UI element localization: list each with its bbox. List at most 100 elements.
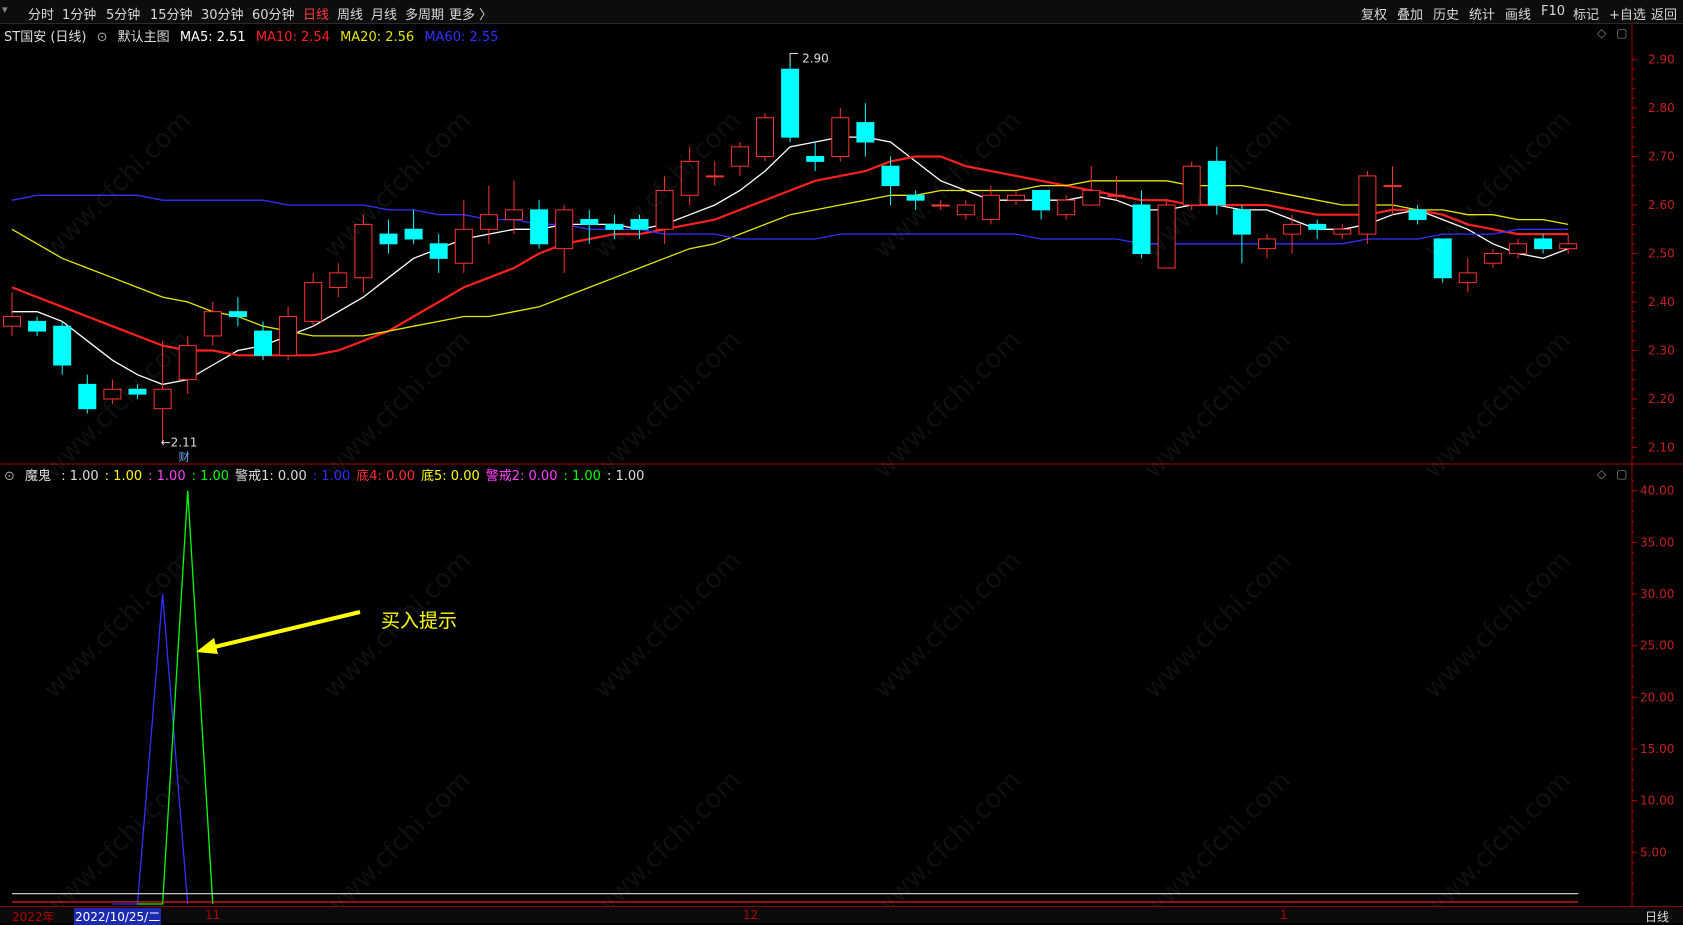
period-tab-0[interactable]: 分时 — [28, 4, 54, 23]
candle-body-up — [1383, 185, 1402, 188]
candle-body-up — [1358, 175, 1377, 235]
toolbar-button-1[interactable]: 叠加 — [1397, 4, 1423, 23]
candle-body-up — [680, 160, 699, 196]
price-tick-label: 2.80 — [1648, 101, 1675, 115]
diamond-icon[interactable]: ◇ — [1597, 467, 1606, 481]
candle-body-down — [906, 194, 925, 201]
sub-legend-item: : 1.00 — [61, 469, 99, 484]
price-tick-label: 2.10 — [1648, 440, 1675, 454]
toolbar-button-3[interactable]: 统计 — [1469, 4, 1495, 23]
price-tick-label: 2.30 — [1648, 343, 1675, 357]
indicator-toggle-icon[interactable]: ⊙ — [97, 30, 108, 45]
price-tick-label: 2.90 — [1648, 53, 1675, 67]
candle-body-down — [1308, 223, 1327, 230]
sub-tick-label: 15.00 — [1640, 742, 1674, 756]
toolbar-button-6[interactable]: 标记 — [1573, 4, 1599, 23]
price-tick-label: 2.40 — [1648, 295, 1675, 309]
low-price-label: ←2.11 — [161, 436, 198, 450]
candle-body-up — [956, 204, 975, 216]
candle-body-up — [454, 228, 473, 264]
period-tab-10[interactable]: 更多 〉 — [449, 4, 492, 23]
candle-body-up — [756, 117, 774, 158]
sub-toggle-icon[interactable]: ⊙ — [4, 469, 15, 484]
candle-body-down — [1433, 238, 1452, 279]
high-marker-arrow — [789, 53, 799, 62]
toolbar-button-7[interactable]: +自选 — [1609, 4, 1646, 23]
cursor-date: 2022/10/25/二 — [74, 908, 162, 925]
toolbar-button-4[interactable]: 画线 — [1505, 4, 1531, 23]
sub-tick-label: 35.00 — [1640, 535, 1674, 549]
candle-body-up — [304, 282, 323, 322]
candle-body-down — [1032, 189, 1051, 211]
ma20-label: MA20: 2.56 — [340, 30, 415, 45]
period-tab-3[interactable]: 15分钟 — [150, 4, 193, 23]
period-tab-1[interactable]: 1分钟 — [62, 4, 96, 23]
candle-body-up — [655, 189, 674, 230]
sub-legend-item: : 1.00 — [563, 469, 601, 484]
sub-legend-item: 底5: 0.00 — [421, 469, 480, 484]
candle-body-down — [128, 388, 147, 395]
candle-body-up — [1157, 204, 1176, 269]
candle-body-up — [279, 316, 298, 356]
candle-body-up — [329, 272, 348, 288]
candle-body-down — [78, 383, 97, 410]
candle-body-up — [1057, 199, 1076, 216]
sub-legend-item: 警戒1: 0.00 — [235, 469, 307, 484]
candle-body-up — [203, 311, 222, 337]
price-tick-label: 2.70 — [1648, 150, 1675, 164]
period-tab-7[interactable]: 周线 — [337, 4, 363, 23]
price-tick-label: 2.20 — [1648, 392, 1675, 406]
toolbar-button-5[interactable]: F10 — [1541, 4, 1565, 19]
ma10-label: MA10: 2.54 — [255, 30, 330, 45]
panel-controls: ◇ ▢ — [1597, 26, 1627, 40]
candle-body-up — [705, 175, 724, 178]
candle-body-up — [981, 194, 1000, 221]
indicator-name[interactable]: 默认主图 — [118, 30, 170, 45]
sub-tick-label: 20.00 — [1640, 690, 1674, 704]
candle-body-down — [404, 228, 423, 240]
diamond-icon[interactable]: ◇ — [1597, 26, 1606, 40]
candle-body-down — [580, 219, 599, 225]
candle-body-down — [28, 320, 47, 332]
toolbar-button-0[interactable]: 复权 — [1361, 4, 1387, 23]
period-tab-2[interactable]: 5分钟 — [106, 4, 140, 23]
date-axis-bar: 2022年 2022/10/25/二 11 12 1 日线 — [0, 906, 1683, 925]
period-tab-6[interactable]: 日线 — [303, 4, 329, 23]
candle-body-up — [1107, 194, 1126, 197]
sub-legend-item: 警戒2: 0.00 — [485, 469, 558, 484]
candle-body-up — [1283, 223, 1302, 235]
candle-body-down — [1408, 209, 1427, 221]
ma5-label: MA5: 2.51 — [179, 30, 246, 45]
stock-name: ST国安 (日线) — [4, 30, 87, 45]
candle-body-up — [1333, 228, 1352, 235]
maximize-icon[interactable]: ▢ — [1616, 26, 1627, 40]
ma-line-ma5 — [12, 136, 1569, 386]
candle-body-down — [806, 156, 825, 162]
price-tick-label: 2.50 — [1648, 247, 1675, 261]
period-tab-4[interactable]: 30分钟 — [201, 4, 244, 23]
toolbar-button-8[interactable]: 返回 — [1651, 4, 1677, 23]
candle-body-up — [178, 345, 197, 381]
period-tab-8[interactable]: 月线 — [371, 4, 397, 23]
candle-body-up — [931, 204, 950, 207]
sub-legend-item: : 1.00 — [148, 469, 186, 484]
period-label[interactable]: 日线 — [1645, 908, 1669, 925]
sub-spike-line — [112, 593, 189, 905]
year-label: 2022年 — [12, 910, 55, 924]
candle-body-down — [605, 223, 624, 230]
sub-tick-label: 25.00 — [1640, 639, 1674, 653]
candle-body-down — [228, 311, 247, 318]
toolbar-button-2[interactable]: 历史 — [1433, 4, 1459, 23]
finance-mark: 财 — [179, 450, 190, 464]
candle-body-up — [555, 209, 574, 250]
candle-body-down — [53, 325, 72, 366]
candle-body-up — [1458, 272, 1477, 284]
buy-hint-arrow-shaft — [205, 610, 361, 651]
menu-toggle-icon[interactable]: ▾ — [2, 3, 8, 16]
candle-body-down — [1132, 204, 1151, 254]
period-tab-5[interactable]: 60分钟 — [252, 4, 295, 23]
period-tab-9[interactable]: 多周期 — [405, 4, 444, 23]
ma60-label: MA60: 2.55 — [424, 30, 499, 45]
maximize-icon[interactable]: ▢ — [1616, 467, 1627, 481]
sub-indicator-name[interactable]: 魔鬼 — [25, 469, 51, 484]
